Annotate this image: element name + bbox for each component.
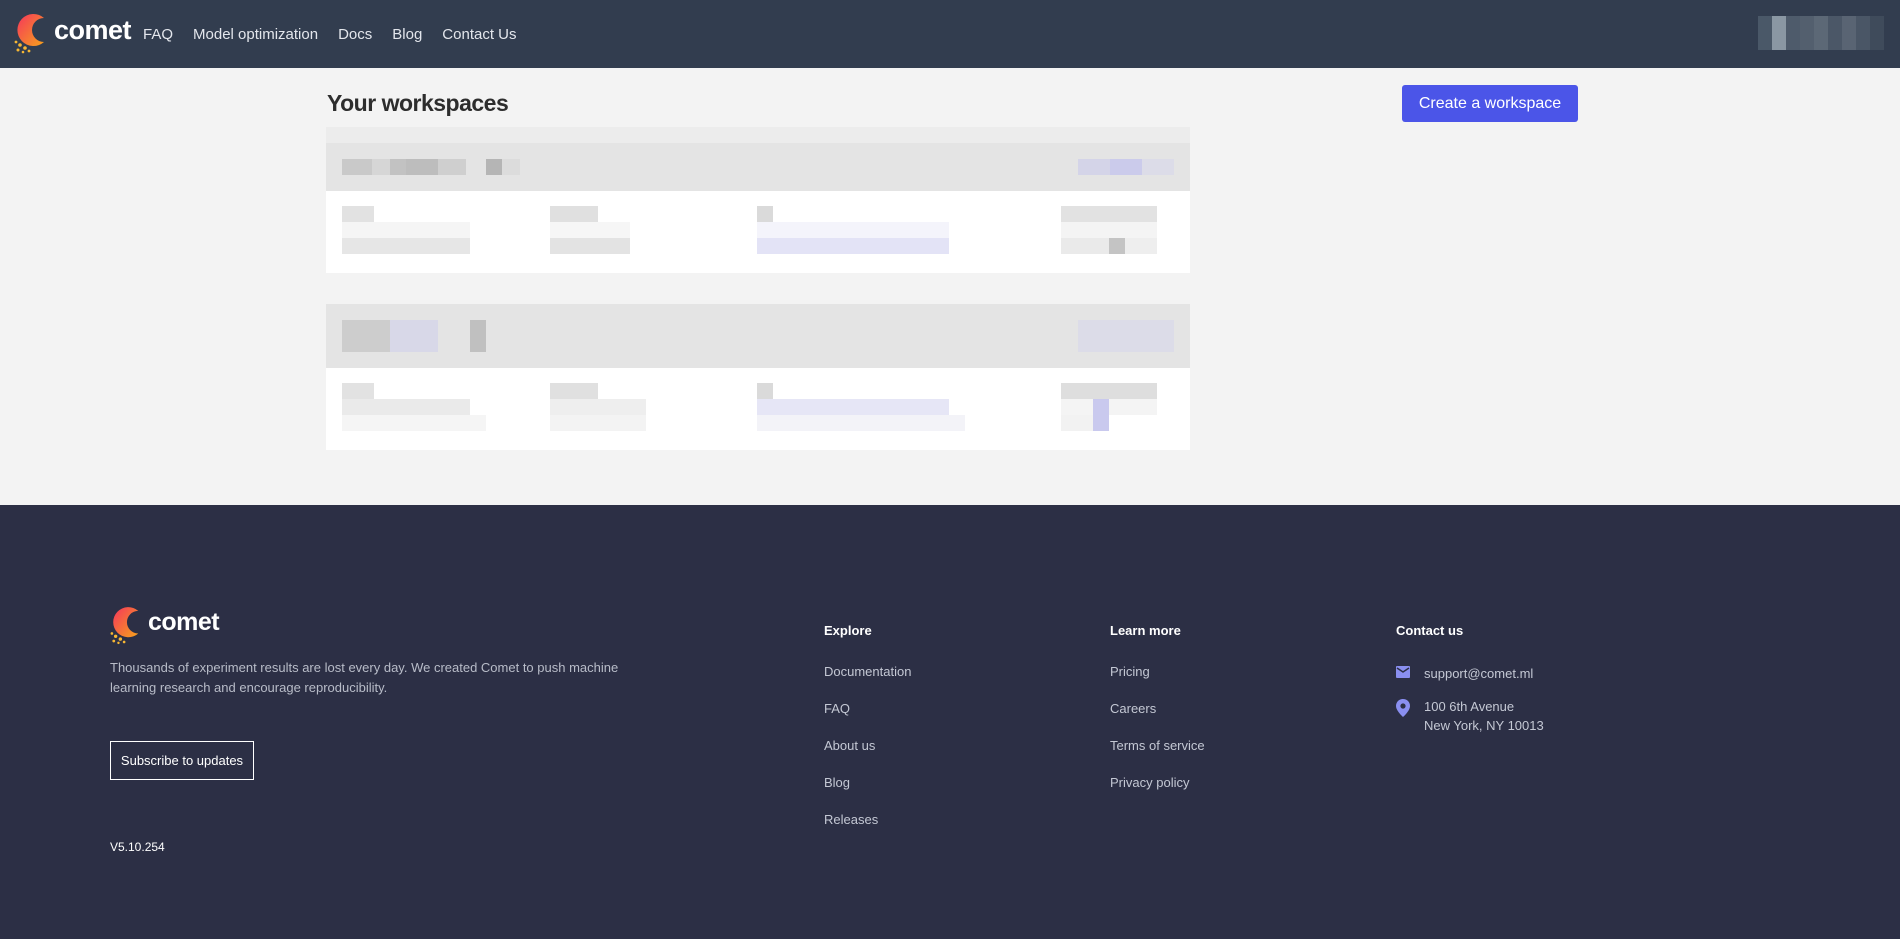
workspace-link-redacted[interactable] (1078, 159, 1174, 175)
nav-link-model-optimization[interactable]: Model optimization (193, 26, 318, 43)
nav-links: FAQ Model optimization Docs Blog Contact… (143, 0, 537, 68)
footer-comet-logo[interactable]: comet (110, 605, 220, 645)
nav-link-docs[interactable]: Docs (338, 26, 372, 43)
workspace-details (326, 368, 1190, 450)
detail-redacted (757, 206, 965, 254)
brand-name: comet (54, 14, 132, 45)
footer-link-careers[interactable]: Careers (1110, 701, 1205, 716)
footer-link-documentation[interactable]: Documentation (824, 664, 911, 679)
footer-link-releases[interactable]: Releases (824, 812, 911, 827)
workspace-name-redacted (342, 159, 520, 175)
workspace-header[interactable] (326, 143, 1190, 191)
create-workspace-button[interactable]: Create a workspace (1402, 85, 1578, 122)
comet-logo[interactable]: comet (14, 12, 132, 54)
user-avatar[interactable] (1758, 16, 1886, 50)
nav-link-contact-us[interactable]: Contact Us (442, 26, 516, 43)
address-line-1: 100 6th Avenue (1424, 699, 1515, 714)
comet-logo-icon (14, 13, 44, 54)
detail-redacted (342, 383, 486, 431)
contact-address-row: 100 6th Avenue New York, NY 10013 (1396, 697, 1544, 735)
contact-email[interactable]: support@comet.ml (1424, 664, 1533, 683)
detail-redacted (757, 383, 965, 431)
subscribe-button[interactable]: Subscribe to updates (110, 741, 254, 780)
footer-explore-heading: Explore (824, 623, 872, 638)
detail-redacted (550, 206, 630, 254)
nav-link-blog[interactable]: Blog (392, 26, 422, 43)
footer-learn-more-heading: Learn more (1110, 623, 1181, 638)
detail-redacted (1061, 206, 1157, 254)
footer-link-privacy-policy[interactable]: Privacy policy (1110, 775, 1205, 790)
footer-link-pricing[interactable]: Pricing (1110, 664, 1205, 679)
footer-tagline: Thousands of experiment results are lost… (110, 660, 619, 695)
footer-learn-more-column: Learn more Pricing Careers Terms of serv… (1110, 623, 1205, 812)
contact-address: 100 6th Avenue New York, NY 10013 (1424, 697, 1544, 735)
nav-link-faq[interactable]: FAQ (143, 26, 173, 43)
footer-link-faq[interactable]: FAQ (824, 701, 911, 716)
workspace-link-redacted[interactable] (1078, 320, 1174, 352)
detail-redacted (1061, 383, 1157, 431)
footer-link-terms-of-service[interactable]: Terms of service (1110, 738, 1205, 753)
mail-icon (1396, 666, 1410, 678)
detail-redacted (550, 383, 646, 431)
address-line-2: New York, NY 10013 (1424, 718, 1544, 733)
top-navbar: comet FAQ Model optimization Docs Blog C… (0, 0, 1900, 68)
workspace-details (326, 191, 1190, 273)
footer-contact-heading: Contact us (1396, 623, 1464, 638)
footer-brand-name: comet (148, 607, 220, 636)
page-title: Your workspaces (327, 90, 509, 116)
footer-contact-column: Contact us support@comet.ml 100 6th Aven… (1396, 623, 1544, 749)
footer-link-about-us[interactable]: About us (824, 738, 911, 753)
footer-link-blog[interactable]: Blog (824, 775, 911, 790)
footer-explore-column: Explore Documentation FAQ About us Blog … (824, 623, 911, 849)
main-content: Your workspaces Create a workspace (0, 68, 1900, 505)
map-pin-icon (1396, 699, 1410, 717)
workspace-card-topbar (326, 127, 1190, 143)
workspace-card[interactable] (326, 127, 1190, 273)
workspace-card[interactable] (326, 304, 1190, 450)
footer: comet Thousands of experiment results ar… (0, 505, 1900, 939)
comet-logo-icon (110, 607, 139, 645)
workspace-header[interactable] (326, 304, 1190, 368)
workspace-name-redacted (342, 320, 486, 352)
detail-redacted (342, 206, 470, 254)
app-version: V5.10.254 (110, 840, 165, 854)
contact-email-row[interactable]: support@comet.ml (1396, 664, 1544, 683)
